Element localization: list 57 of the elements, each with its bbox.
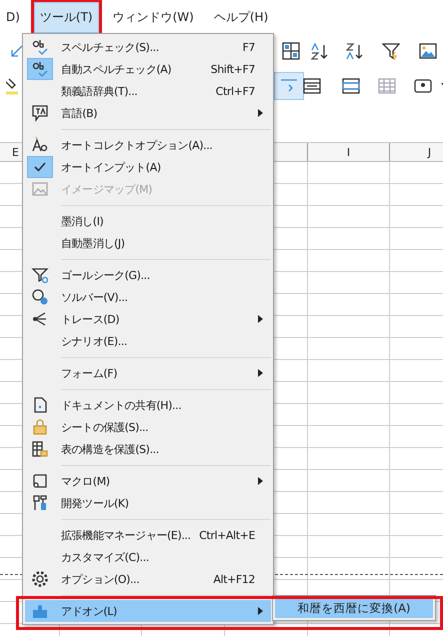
- menu-item[interactable]: 開発ツール(K): [25, 492, 271, 514]
- menu-title[interactable]: ツール(T): [34, 2, 99, 32]
- table-rows-icon[interactable]: [342, 77, 360, 95]
- submenu-arrow-icon: [258, 315, 263, 323]
- menu-title[interactable]: D): [0, 3, 26, 31]
- menu-item[interactable]: オプション(O)... Alt+F12: [25, 568, 271, 590]
- menu-item[interactable]: シナリオ(E)...: [25, 330, 271, 352]
- column-header[interactable]: I: [346, 146, 350, 158]
- checkmark-icon: [34, 162, 46, 172]
- submenu-arrow-icon: [258, 109, 263, 117]
- table-lock-icon: [31, 440, 49, 458]
- image-icon: [31, 180, 49, 198]
- menu-item[interactable]: カスタマイズ(C)...: [25, 546, 271, 568]
- menu-item[interactable]: フォーム(F): [25, 362, 271, 384]
- menu-item[interactable]: 拡張機能マネージャー(E)... Ctrl+Alt+E: [25, 524, 271, 546]
- filter-icon[interactable]: [382, 42, 400, 60]
- menu-item[interactable]: スペルチェック(S)... F7: [25, 36, 271, 58]
- menu-item[interactable]: 類義語辞典(T)... Ctrl+F7: [25, 80, 271, 102]
- menu-item[interactable]: ドキュメントの共有(H)...: [25, 394, 271, 416]
- submenu-arrow-icon: [258, 369, 263, 377]
- menu-item[interactable]: シートの保護(S)...: [25, 416, 271, 438]
- menu-item[interactable]: ソルバー(V)...: [25, 286, 271, 308]
- lock-icon: [31, 418, 49, 436]
- trace-arrows-icon: [31, 310, 49, 328]
- sort-icon[interactable]: [282, 42, 300, 60]
- menu-item[interactable]: 表の構造を保護(S)...: [25, 438, 271, 460]
- sort-descending-icon[interactable]: [346, 42, 364, 60]
- menu-item[interactable]: アドオン(L): [25, 600, 271, 622]
- funnel-gear-icon: [31, 266, 49, 284]
- gear-icon: [31, 570, 49, 588]
- puzzle-icon: [31, 602, 49, 620]
- submenu-arrow-icon: [258, 607, 263, 615]
- menu-item[interactable]: 和暦を西暦に変換(A): [275, 598, 433, 618]
- table-columns-icon[interactable]: [303, 77, 321, 95]
- menu-item[interactable]: 自動スペルチェック(A) Shift+F7: [25, 58, 271, 80]
- text-aa-icon: [31, 136, 49, 154]
- menu-item[interactable]: 言語(B): [25, 102, 271, 124]
- menu-title[interactable]: ウィンドウ(W): [106, 2, 200, 32]
- sort-ascending-icon[interactable]: [311, 42, 329, 60]
- column-header[interactable]: E: [12, 146, 19, 158]
- scroll-icon: [31, 472, 49, 490]
- column-header[interactable]: J: [428, 146, 432, 158]
- spellcheck-icon: [31, 38, 49, 56]
- spellcheck-icon: [31, 60, 49, 78]
- menu-item[interactable]: 墨消し(I): [25, 210, 271, 232]
- submenu-arrow-icon: [258, 477, 263, 485]
- menu-item[interactable]: オートインプット(A): [25, 156, 271, 178]
- solver-icon: [31, 288, 49, 306]
- menu-item[interactable]: オートコレクトオプション(A)...: [25, 134, 271, 156]
- menu-item[interactable]: ゴールシーク(G)...: [25, 264, 271, 286]
- menu-item[interactable]: トレース(D): [25, 308, 271, 330]
- developer-tools-icon: [31, 494, 49, 512]
- image-icon[interactable]: [419, 42, 437, 60]
- menu-item[interactable]: マクロ(M): [25, 470, 271, 492]
- menu-title[interactable]: ヘルプ(H): [208, 2, 274, 32]
- menu-item[interactable]: 自動墨消し(J): [25, 232, 271, 254]
- speech-bubble-icon: [31, 104, 49, 122]
